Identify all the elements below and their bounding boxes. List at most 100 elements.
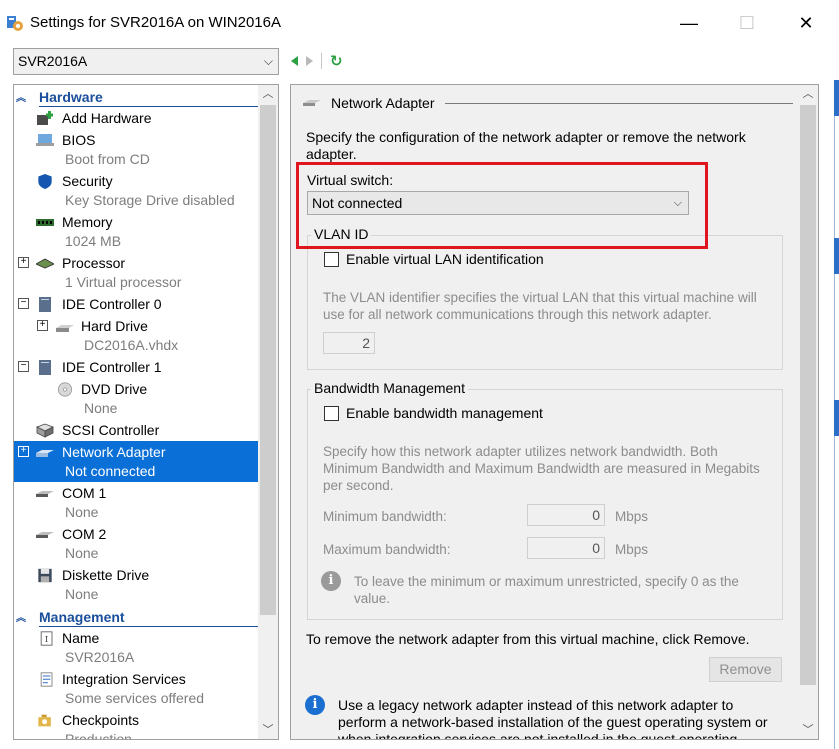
category-management[interactable]: ︽ Management <box>14 607 259 627</box>
tree-item-com-2[interactable]: COM 2 None <box>14 524 259 561</box>
tree-item-label: Hard Drive <box>81 318 148 334</box>
expand-icon[interactable]: + <box>37 320 48 331</box>
minimize-button[interactable]: — <box>659 0 719 46</box>
network-adapter-icon <box>36 450 54 457</box>
vm-selector-value: SVR2016A <box>18 53 88 69</box>
enable-bandwidth-checkbox[interactable] <box>324 406 339 421</box>
tree-item-detail: Some services offered <box>65 690 205 706</box>
tree-item-ide-controller-0[interactable]: − IDE Controller 0 <box>14 294 259 314</box>
tree-item-label: COM 2 <box>62 526 107 542</box>
scsi-controller-icon <box>36 423 54 438</box>
scrollbar-thumb[interactable] <box>260 105 276 615</box>
category-divider <box>39 106 259 107</box>
com-port-icon <box>36 532 54 538</box>
bandwidth-info-text: To leave the minimum or maximum unrestri… <box>354 574 739 606</box>
collapse-icon[interactable]: − <box>18 361 29 372</box>
tree-item-label: Checkpoints <box>62 712 140 728</box>
remove-button[interactable]: Remove <box>709 657 782 682</box>
forward-arrow-icon[interactable] <box>306 56 313 66</box>
processor-icon <box>36 258 54 269</box>
tree-item-detail: Key Storage Drive disabled <box>65 192 235 208</box>
tree-item-com-1[interactable]: COM 1 None <box>14 483 259 520</box>
vm-selector[interactable]: SVR2016A ⌵ <box>13 48 279 75</box>
remove-instructions: To remove the network adapter from this … <box>306 631 750 647</box>
enable-vlan-label[interactable]: Enable virtual LAN identification <box>346 251 544 267</box>
tree-item-bios[interactable]: BIOS Boot from CD <box>14 130 259 167</box>
tree-item-label: SCSI Controller <box>62 422 160 438</box>
tree-item-label: Name <box>62 630 100 646</box>
maximize-button[interactable]: ☐ <box>717 0 777 46</box>
collapse-icon[interactable]: − <box>18 298 29 309</box>
tree-item-diskette-drive[interactable]: Diskette Drive None <box>14 565 259 602</box>
close-button[interactable]: ✕ <box>776 0 836 46</box>
legacy-adapter-info: Use a legacy network adapter instead of … <box>338 697 768 740</box>
intro-text: Specify the configuration of the network… <box>306 129 746 162</box>
tree-item-detail: None <box>65 545 99 561</box>
max-bandwidth-label: Maximum bandwidth: <box>323 542 451 557</box>
enable-bandwidth-label[interactable]: Enable bandwidth management <box>346 405 543 421</box>
tree-item-network-adapter[interactable]: + Network Adapter Not connected <box>14 442 259 479</box>
max-bandwidth-unit: Mbps <box>615 542 649 557</box>
tree-item-label: DVD Drive <box>81 381 148 397</box>
section-divider <box>445 103 793 104</box>
tree-item-integration-services[interactable]: Integration Services Some services offer… <box>14 669 259 706</box>
tree-item-detail: DC2016A.vhdx <box>84 337 179 353</box>
tree-item-processor[interactable]: + Processor 1 Virtual processor <box>14 253 259 290</box>
tree-item-scsi-controller[interactable]: SCSI Controller <box>14 420 259 440</box>
min-bandwidth-input[interactable]: 0 <box>527 504 605 526</box>
scroll-down-icon[interactable]: ﹀ <box>798 721 818 739</box>
settings-app-icon <box>7 16 23 31</box>
info-icon: i <box>305 695 325 715</box>
tree-item-memory[interactable]: Memory 1024 MB <box>14 212 259 249</box>
tree-item-add-hardware[interactable]: Add Hardware <box>14 108 259 128</box>
tree-item-detail: Boot from CD <box>65 151 150 167</box>
tree-item-security[interactable]: Security Key Storage Drive disabled <box>14 171 259 208</box>
tree-item-label: BIOS <box>62 132 96 148</box>
scroll-down-icon[interactable]: ﹀ <box>258 721 278 739</box>
expand-icon[interactable]: + <box>18 446 29 457</box>
bandwidth-group-label: Bandwidth Management <box>311 380 468 396</box>
scrollbar-thumb[interactable] <box>800 105 816 685</box>
scroll-up-icon[interactable]: ︿ <box>258 85 278 103</box>
hard-drive-icon <box>56 325 74 332</box>
category-label: Management <box>39 609 125 625</box>
tree-item-name[interactable]: I Name SVR2016A <box>14 628 259 665</box>
back-arrow-icon[interactable] <box>291 56 298 66</box>
tree-item-ide-controller-1[interactable]: − IDE Controller 1 <box>14 357 259 377</box>
tree-item-label: Processor <box>62 255 126 271</box>
vlan-description: The VLAN identifier specifies the virtua… <box>323 290 757 322</box>
refresh-icon[interactable]: ↻ <box>330 52 343 70</box>
background-window-mark <box>834 238 839 274</box>
tree-item-dvd-drive[interactable]: DVD Drive None <box>14 379 259 416</box>
title-bar: Settings for SVR2016A on WIN2016A — ☐ ✕ <box>0 0 839 46</box>
panel-scrollbar[interactable]: ︿ ﹀ <box>798 85 818 739</box>
tree-item-label: Network Adapter <box>62 444 166 460</box>
max-bandwidth-input[interactable]: 0 <box>527 537 605 559</box>
scroll-up-icon[interactable]: ︿ <box>798 85 818 103</box>
tree-item-label: Memory <box>62 214 113 230</box>
tree-item-detail: None <box>84 400 118 416</box>
tree-item-detail: 1024 MB <box>65 233 122 249</box>
tree-item-label: Diskette Drive <box>62 567 150 583</box>
tree-item-label: Add Hardware <box>62 110 152 126</box>
collapse-icon[interactable]: ︽ <box>16 609 26 624</box>
integration-services-icon <box>40 672 53 687</box>
window-title: Settings for SVR2016A on WIN2016A <box>30 14 281 31</box>
vlan-id-input[interactable]: 2 <box>323 332 375 354</box>
tree-scrollbar[interactable]: ︿ ﹀ <box>258 85 278 739</box>
min-bandwidth-label: Minimum bandwidth: <box>323 509 447 524</box>
info-icon: i <box>321 571 341 591</box>
tree-item-detail: None <box>65 586 99 602</box>
section-title: Network Adapter <box>331 95 435 111</box>
dvd-disc-icon <box>57 382 73 397</box>
tree-item-label: COM 1 <box>62 485 107 501</box>
background-window-mark <box>834 80 839 116</box>
expand-icon[interactable]: + <box>18 257 29 268</box>
enable-vlan-checkbox[interactable] <box>324 252 339 267</box>
category-divider <box>39 626 259 627</box>
tree-item-hard-drive[interactable]: + Hard Drive DC2016A.vhdx <box>14 316 259 353</box>
tree-item-checkpoints[interactable]: Checkpoints Production <box>14 710 259 739</box>
collapse-icon[interactable]: ︽ <box>16 89 26 104</box>
category-hardware[interactable]: ︽ Hardware <box>14 87 259 107</box>
tree-item-detail: 1 Virtual processor <box>65 274 182 290</box>
